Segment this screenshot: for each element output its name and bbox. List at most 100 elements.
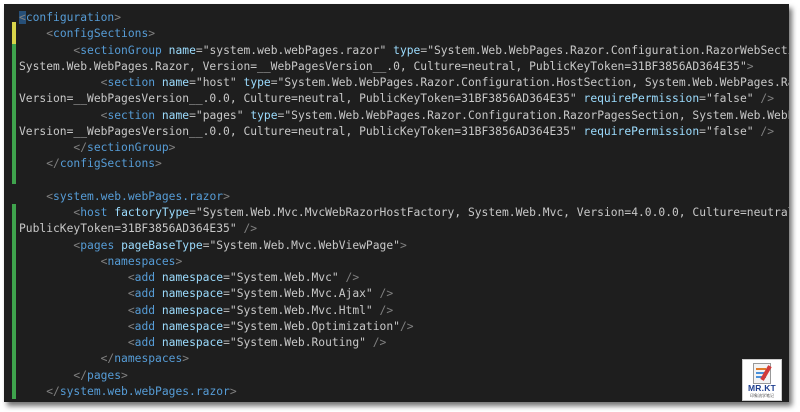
code-token: "System.Web.Mvc" [229,271,339,284]
code-token: "System.Web.WebPages.Razor.Configuration… [284,108,789,122]
code-token: > [148,27,156,41]
code-token: type [250,108,278,122]
code-token: > [175,254,183,268]
code-token: "System.Web.Mvc.Ajax" [229,287,373,301]
code-token: PublicKeyToken=31BF3856AD364E35" [19,222,237,236]
code-token: </ [73,368,88,382]
code-token: < [46,27,54,41]
code-token: < [46,189,54,203]
code-token: pageBaseType [121,238,203,252]
code-token: < [127,271,135,284]
code-token: system.web.webPages.razor [59,384,230,398]
mrkt-logo: MR.KT 印象流学笔记 [742,359,782,401]
code-token: = [699,92,706,106]
code-token: add [134,271,156,284]
code-token: name [161,76,190,89]
code-token: Version=__WebPagesVersion__.0.0, Culture… [19,92,577,106]
code-token: namespace [161,271,224,284]
code-token: "pages" [195,108,244,122]
code-token: pages [80,238,115,252]
code-token: = [189,206,196,219]
code-token: namespace [161,319,224,333]
code-token: namespaces [114,352,183,366]
code-token: "System.Web.Mvc.WebViewPage" [209,238,400,252]
code-token: namespace [161,303,224,317]
code-line: <sectionGroup name="system.web.webPages.… [19,43,789,59]
code-line: <pages pageBaseType="System.Web.Mvc.WebV… [19,238,785,254]
code-token: = [189,76,196,89]
code-token: System.Web.WebPages.Razor, Version=__Web… [19,59,747,73]
code-token: /> [379,287,394,301]
logo-tagline: 印象流学笔记 [750,393,774,398]
code-token: </ [100,352,115,366]
code-token: "System.Web.Mvc.Html" [229,303,373,317]
logo-name: MR.KT [748,383,776,393]
code-token: system.web.webPages.razor [53,189,224,203]
code-token: name [161,108,190,122]
code-token: > [229,384,237,398]
code-token: namespaces [107,254,176,268]
code-token: = [223,319,230,333]
code-token: = [202,238,210,252]
code-line: <add namespace="System.Web.Routing" /> [19,335,785,351]
code-text-area[interactable]: <configuration> <configSections> <sectio… [19,10,789,400]
code-token: "System.Web.Routing" [229,336,366,349]
code-token: = [189,108,196,122]
code-token: factoryType [114,206,190,219]
code-token: "system.web.webPages.razor" [202,43,387,57]
code-token: "System.Web.Mvc.MvcWebRazorHostFactory, … [195,206,789,219]
code-token: = [270,76,278,89]
code-token: "host" [195,76,237,89]
code-line: <section name="host" type="System.Web.We… [19,75,789,91]
code-line: <system.web.webPages.razor> [19,189,785,205]
code-token: "false" [705,92,754,106]
code-token: add [134,319,156,333]
code-token: name [168,43,196,57]
code-token: host [80,206,108,219]
code-token: > [399,238,407,252]
unsaved-change-marker [12,22,16,44]
code-token: add [134,287,156,301]
code-token: < [19,11,26,24]
code-token: /> [760,124,774,138]
code-token: > [155,157,162,171]
code-token: /> [345,271,360,284]
code-line: System.Web.WebPages.Razor, Version=__Web… [19,59,785,75]
code-token: > [121,368,128,382]
code-token: type [243,76,271,89]
code-token: < [127,303,135,317]
code-token: namespace [161,287,224,301]
code-token: configuration [25,11,115,24]
code-token: "System.Web.WebPages.Razor.Configuration… [277,76,789,89]
code-line: </system.web.webPages.razor> [19,384,785,400]
code-token: pages [87,368,122,382]
code-editor[interactable]: <configuration> <configSections> <sectio… [4,4,789,402]
code-token: requirePermission [583,92,700,106]
code-token: = [223,287,230,301]
code-line: <add namespace="System.Web.Mvc" /> [19,270,785,286]
code-line: <configSections> [19,26,785,42]
